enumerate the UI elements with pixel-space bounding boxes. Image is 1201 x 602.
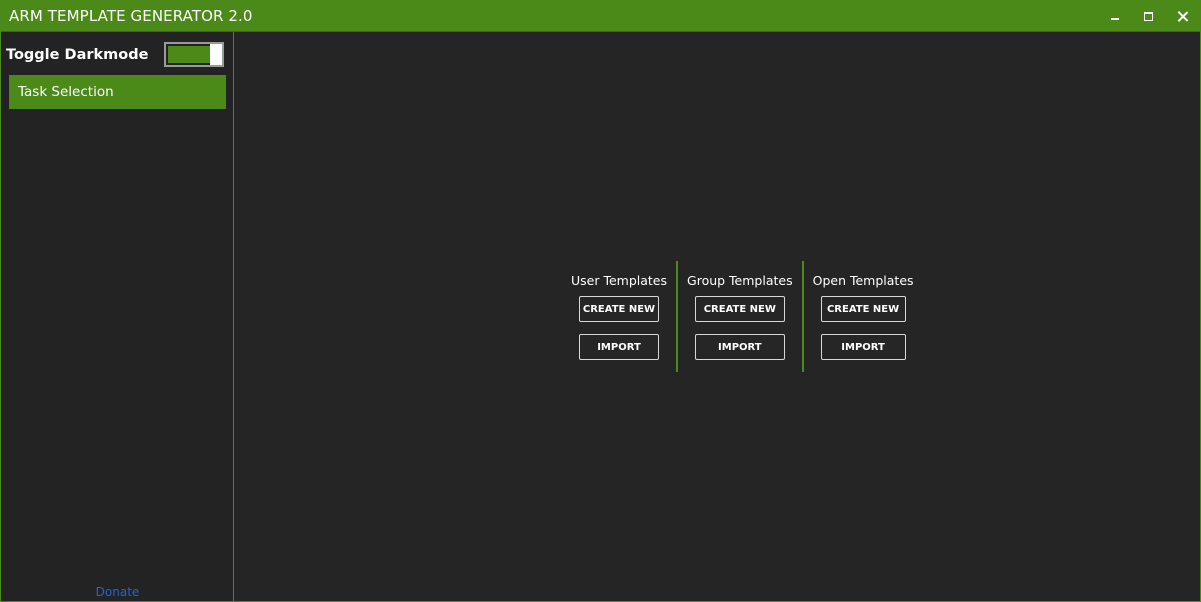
darkmode-toggle[interactable] bbox=[164, 42, 224, 67]
close-icon bbox=[1177, 11, 1188, 22]
user-templates-title: User Templates bbox=[571, 273, 668, 288]
maximize-icon bbox=[1143, 11, 1153, 21]
minimize-icon bbox=[1111, 18, 1119, 20]
user-templates-group: User Templates CREATE NEW IMPORT bbox=[562, 261, 676, 372]
darkmode-toggle-label: Toggle Darkmode bbox=[6, 47, 149, 63]
user-create-new-button[interactable]: CREATE NEW bbox=[579, 296, 659, 322]
toggle-knob[interactable] bbox=[210, 44, 222, 65]
close-button[interactable] bbox=[1165, 0, 1199, 32]
maximize-button[interactable] bbox=[1131, 0, 1165, 32]
donate-link[interactable]: Donate bbox=[1, 585, 234, 599]
user-import-button[interactable]: IMPORT bbox=[579, 334, 659, 360]
group-create-new-button[interactable]: CREATE NEW bbox=[694, 296, 785, 322]
app-window: ARM TEMPLATE GENERATOR 2.0 Toggle Darkmo… bbox=[0, 0, 1201, 602]
open-import-button[interactable]: IMPORT bbox=[820, 334, 906, 360]
title-bar[interactable]: ARM TEMPLATE GENERATOR 2.0 bbox=[1, 0, 1200, 32]
main-content: User Templates CREATE NEW IMPORT Group T… bbox=[235, 32, 1200, 601]
sidebar: Toggle Darkmode Task Selection Donate bbox=[1, 32, 234, 601]
group-templates-group: Group Templates CREATE NEW IMPORT bbox=[676, 261, 802, 372]
open-create-new-button[interactable]: CREATE NEW bbox=[820, 296, 906, 322]
group-templates-title: Group Templates bbox=[687, 273, 793, 288]
window-title: ARM TEMPLATE GENERATOR 2.0 bbox=[9, 7, 253, 25]
template-groups: User Templates CREATE NEW IMPORT Group T… bbox=[562, 261, 923, 372]
group-import-button[interactable]: IMPORT bbox=[694, 334, 785, 360]
open-templates-group: Open Templates CREATE NEW IMPORT bbox=[801, 261, 923, 372]
open-templates-title: Open Templates bbox=[812, 273, 914, 288]
sidebar-item-task-selection[interactable]: Task Selection bbox=[9, 75, 226, 109]
toggle-track-fill bbox=[168, 46, 210, 63]
minimize-button[interactable] bbox=[1098, 0, 1132, 32]
